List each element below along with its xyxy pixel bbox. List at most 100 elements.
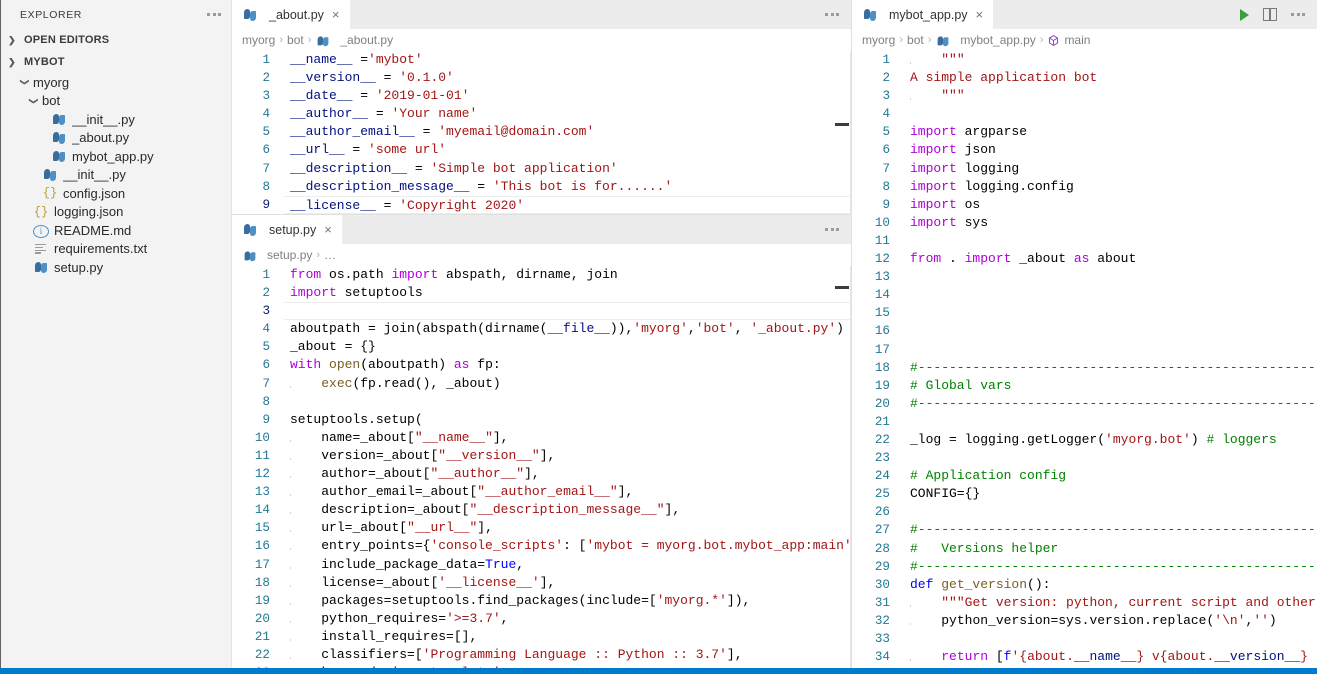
code-token: import [964,251,1020,267]
text-file-icon [33,241,49,257]
code-line: 8 __description_message__ = 'This bot is … [232,178,851,196]
line-number: 1 [262,53,270,67]
code-token: keywords= [321,665,391,668]
line-number: 35 [852,666,904,668]
line-number: 3 [262,89,270,104]
json-icon: {} [33,204,49,219]
code-token: : [ [563,538,587,554]
breadcrumb-separator: › [927,34,932,46]
code-line-text: __description__ = 'Simple bot applicatio… [284,160,851,178]
code-token: 'myorg.*' [656,592,727,608]
code-token: with [290,357,330,373]
code-editor-mybot-app[interactable]: 1 """ 2 A simple application bot 3 """ 4 5 impor… [852,51,1317,668]
breadcrumb-item[interactable]: myorg [862,33,895,47]
code-line-text: # Versions helper [904,540,1317,558]
breadcrumb-mybot-app[interactable]: myorg › bot › mybot_app.py › main [852,29,1317,51]
breadcrumb-item[interactable]: _about.py [315,33,393,47]
code-line-text: install_requires=[], [284,628,851,646]
line-number: 8 [882,179,890,194]
tree-item-bot[interactable]: ❯ bot [0,92,231,111]
code-line: 4 aboutpath = join(abspath(dirname(__file… [232,320,851,338]
code-line: 3 [232,302,851,321]
code-line: 3 __date__ = '2019-01-01' [232,87,851,105]
breadcrumb-item[interactable]: setup.py [242,248,312,262]
line-number: 18 [874,360,890,375]
sidebar-section-open-editors[interactable]: ❯ OPEN EDITORS [0,29,231,51]
breadcrumb-item[interactable]: main [1047,33,1090,47]
code-editor-setup[interactable]: 1 from os.path import abspath, dirname, j… [232,266,851,668]
tree-item-setup-py[interactable]: setup.py [0,258,231,277]
python-icon [51,111,67,127]
run-icon[interactable] [1240,8,1249,21]
code-line-text: with open(aboutpath) as fp: [284,356,851,374]
code-token: 'Copyright 2020' [399,197,525,213]
code-line: 19 # Global vars [852,377,1317,395]
tree-item-myorg[interactable]: ❯ myorg [0,73,231,92]
breadcrumb-item[interactable]: … [324,248,336,262]
line-number: 15 [874,306,890,321]
tree-item-logging-json[interactable]: {} logging.json [0,203,231,222]
code-line-text: description=_about["__description_messag… [284,501,851,519]
split-editor-icon[interactable] [1263,8,1277,21]
code-token: __url__ [290,142,353,158]
code-line-text: aboutpath = join(abspath(dirname(__file_… [284,320,851,338]
tree-item-init-py[interactable]: __init__.py [0,166,231,185]
code-line: 6 __url__ = 'some url' [232,141,851,159]
tree-item-about-py[interactable]: _about.py [0,129,231,148]
explorer-more-actions-icon[interactable] [207,13,221,16]
tree-item-label: README.md [54,222,132,238]
tree-item-readme-md[interactable]: i README.md [0,221,231,240]
code-line: 8 [232,393,851,411]
close-icon[interactable]: × [330,8,342,21]
line-number: 24 [874,469,890,484]
breadcrumb-item[interactable]: bot [287,33,304,47]
tabbar-actions-about [825,0,851,29]
line-number: 5 [262,125,270,140]
explorer-title: EXPLORER [20,8,82,21]
editor-scrollbar[interactable] [850,266,851,668]
code-token: # Application config [910,468,1067,484]
file-tree: ❯ myorg ❯ bot __init__.py _about.py mybot_app.… [0,73,231,277]
breadcrumb-item[interactable]: bot [907,33,924,47]
tree-item-label: __init__.py [63,167,126,183]
editor-scrollbar[interactable] [850,51,851,214]
code-token: (aboutpath) [360,357,454,373]
tab-setup-py[interactable]: setup.py × [232,215,343,244]
code-line: 3 """ [852,87,1317,105]
json-icon: {} [42,186,58,201]
code-token: get_version [941,576,1028,592]
line-number: 19 [254,593,270,608]
code-line-text: import os [904,196,1317,214]
more-actions-icon[interactable] [825,228,839,231]
code-line: 11 [852,232,1317,250]
tree-item-requirements-txt[interactable]: requirements.txt [0,240,231,259]
status-bar[interactable] [0,668,1317,674]
code-line: 6 import json [852,141,1317,159]
tab-mybot-app-py[interactable]: mybot_app.py × [852,0,995,29]
vscode-window: EXPLORER ❯ OPEN EDITORS ❯ MYBOT ❯ myorg ❯ b… [0,0,1317,674]
close-icon[interactable]: × [974,8,986,21]
code-line: 16 [852,322,1317,340]
breadcrumb-about[interactable]: myorg › bot › _about.py [232,29,851,51]
breadcrumb-item[interactable]: mybot_app.py [935,33,1036,47]
tab-about-py[interactable]: _about.py × [232,0,351,29]
more-actions-icon[interactable] [1291,13,1305,16]
breadcrumb-item[interactable]: myorg [242,33,275,47]
more-actions-icon[interactable] [825,13,839,16]
breadcrumb-label: bot [907,33,924,47]
tree-item-init-py[interactable]: __init__.py [0,110,231,129]
breadcrumb-setup[interactable]: setup.py ›… [232,244,851,266]
tree-item-config-json[interactable]: {} config.json [0,184,231,203]
code-token: CONFIG={} [910,486,981,502]
close-icon[interactable]: × [322,223,334,236]
tree-item-mybot-app-py[interactable]: mybot_app.py [0,147,231,166]
sidebar-section-mybot[interactable]: ❯ MYBOT [0,51,231,73]
code-editor-about[interactable]: 1 __name__ ='mybot' 2 __version__ = '0.1.0'… [232,51,851,214]
code-token: 'Programming Language :: Python :: 3.7' [422,646,727,662]
line-number: 7 [262,376,270,391]
code-token: ], [539,574,556,590]
